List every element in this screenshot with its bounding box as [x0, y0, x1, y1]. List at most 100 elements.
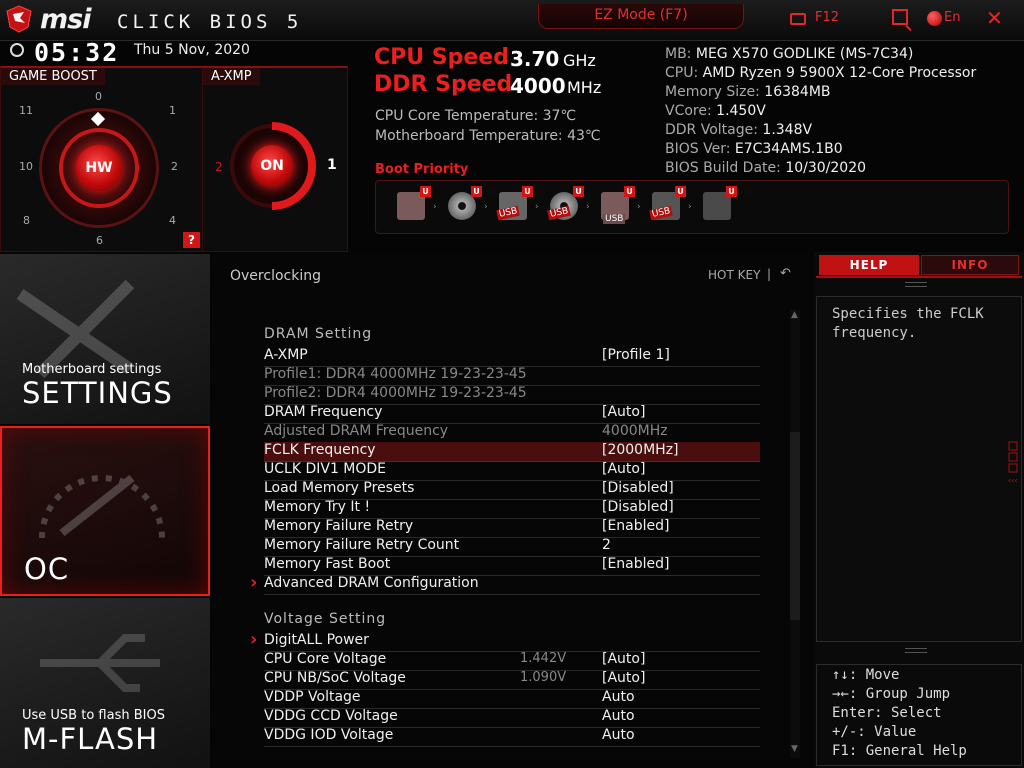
- gauge-icon: [39, 474, 165, 539]
- setting-row-advanced-dram-configuration[interactable]: Advanced DRAM Configuration: [250, 572, 760, 595]
- back-icon[interactable]: ↶: [780, 266, 791, 281]
- boot-device-hdd[interactable]: U: [397, 186, 431, 222]
- sysinfo-label: CPU:: [665, 65, 703, 81]
- setting-row-load-memory-presets[interactable]: Load Memory Presets [Disabled]: [264, 480, 760, 500]
- setting-row-memory-failure-retry-count[interactable]: Memory Failure Retry Count 2: [264, 537, 760, 557]
- setting-value: [Auto]: [602, 651, 646, 667]
- globe-icon[interactable]: [927, 11, 942, 26]
- scroll-up-icon[interactable]: ▲: [791, 310, 798, 320]
- setting-row-vddg-ccd-voltage[interactable]: VDDG CCD Voltage Auto: [264, 708, 760, 728]
- uefi-badge: U: [624, 186, 635, 197]
- setting-row-memory-try-it[interactable]: Memory Try It ! [Disabled]: [264, 499, 760, 519]
- dial-number: 6: [96, 234, 103, 247]
- setting-value: [2000MHz]: [602, 442, 679, 458]
- setting-name: VDDG CCD Voltage: [264, 708, 398, 724]
- hotkey-button[interactable]: HOT KEY: [708, 268, 760, 282]
- boot-device-network[interactable]: U: [703, 186, 737, 222]
- sysinfo-label: BIOS Ver:: [665, 141, 735, 157]
- search-icon[interactable]: [892, 9, 908, 25]
- setting-row-cpu-core-voltage[interactable]: CPU Core Voltage 1.442V [Auto]: [264, 651, 760, 671]
- setting-name: VDDP Voltage: [264, 689, 361, 705]
- setting-row-memory-fast-boot[interactable]: Memory Fast Boot [Enabled]: [264, 556, 760, 576]
- setting-row-dram-frequency[interactable]: DRAM Frequency [Auto]: [264, 404, 760, 424]
- sysinfo-label: DDR Voltage:: [665, 122, 763, 138]
- setting-value: [Enabled]: [602, 518, 670, 534]
- sysinfo-label: Memory Size:: [665, 84, 765, 100]
- product-name: CLICK BIOS 5: [117, 11, 303, 33]
- setting-row-vddg-iod-voltage[interactable]: VDDG IOD Voltage Auto: [264, 727, 760, 747]
- sysinfo-ddr-voltage: DDR Voltage: 1.348V: [665, 122, 812, 138]
- setting-row-vddp-voltage[interactable]: VDDP Voltage Auto: [264, 689, 760, 709]
- setting-row-digitall-power[interactable]: DigitALL Power: [250, 629, 760, 652]
- setting-value: 2: [602, 537, 611, 553]
- setting-row-memory-failure-retry[interactable]: Memory Failure Retry [Enabled]: [264, 518, 760, 538]
- setting-row-adjusted-dram-frequency: Adjusted DRAM Frequency 4000MHz: [264, 423, 760, 443]
- tab-info[interactable]: INFO: [921, 255, 1019, 275]
- scroll-down-icon[interactable]: ▼: [791, 744, 798, 754]
- setting-row-profile1: Profile1: DDR4 4000MHz 19-23-23-45: [264, 366, 760, 386]
- setting-name: FCLK Frequency: [264, 442, 376, 458]
- setting-current-value: 1.090V: [520, 670, 567, 685]
- close-icon[interactable]: ✕: [986, 6, 1003, 30]
- help-text-box: [816, 296, 1022, 642]
- setting-name: A-XMP: [264, 347, 308, 363]
- setting-value: [Profile 1]: [602, 347, 670, 363]
- nav-mflash[interactable]: Use USB to flash BIOS M-FLASH: [0, 598, 210, 768]
- game-boost-panel: GAME BOOST 0 1 2 4 6 8 10 11 HW: [0, 66, 203, 252]
- voltage-setting-title: Voltage Setting: [264, 611, 387, 627]
- boot-device-usb-floppy[interactable]: U USB: [649, 186, 686, 222]
- nav-settings[interactable]: Motherboard settings SETTINGS: [0, 254, 210, 424]
- language-button[interactable]: En: [944, 10, 960, 25]
- setting-row-axmp[interactable]: A-XMP [Profile 1]: [264, 347, 760, 367]
- ez-mode-button[interactable]: EZ Mode (F7): [538, 4, 744, 29]
- boot-device-usb-disk[interactable]: U USB: [496, 186, 533, 222]
- setting-name: Memory Failure Retry Count: [264, 537, 460, 553]
- screenshot-button[interactable]: F12: [815, 10, 839, 25]
- brand-logo-text: msi: [40, 4, 91, 35]
- axmp-label: A-XMP: [203, 68, 260, 85]
- game-boost-help-button[interactable]: ?: [183, 232, 200, 248]
- clock-date: Thu 5 Nov, 2020: [134, 42, 250, 58]
- setting-value: [Auto]: [602, 461, 646, 477]
- setting-name: DRAM Frequency: [264, 404, 383, 420]
- setting-row-uclk-div1-mode[interactable]: UCLK DIV1 MODE [Auto]: [264, 461, 760, 481]
- axmp-profile-2[interactable]: 2: [215, 160, 223, 174]
- tab-help[interactable]: HELP: [819, 255, 919, 275]
- sysinfo-value: 1.450V: [716, 103, 766, 119]
- boot-device-optical[interactable]: U: [448, 186, 482, 222]
- msi-dragon-logo-icon: [6, 5, 32, 33]
- game-boost-label: GAME BOOST: [1, 68, 105, 85]
- setting-row-fclk-frequency[interactable]: FCLK Frequency [2000MHz]: [264, 442, 760, 462]
- panel-collapse-handle-icon[interactable]: ‹‹‹: [1008, 440, 1018, 486]
- key-legend-select: Enter: Select: [832, 705, 942, 721]
- scrollbar-thumb[interactable]: [790, 432, 800, 620]
- nav-oc[interactable]: OC: [0, 426, 210, 596]
- cpu-speed-value: 3.70: [510, 47, 560, 71]
- boot-device-usb-optical[interactable]: U USB: [547, 186, 584, 222]
- dial-number: 8: [23, 214, 30, 227]
- nav-settings-title: SETTINGS: [22, 376, 173, 410]
- setting-value: [Enabled]: [602, 556, 670, 572]
- setting-name: Profile2: DDR4 4000MHz 19-23-23-45: [264, 385, 527, 401]
- setting-value: Auto: [602, 727, 635, 743]
- sysinfo-memory: Memory Size: 16384MB: [665, 84, 831, 100]
- sysinfo-label: BIOS Build Date:: [665, 160, 786, 176]
- dial-number: 1: [169, 104, 176, 117]
- game-boost-hw-button[interactable]: HW: [76, 145, 122, 191]
- usb-tag: USB: [603, 214, 626, 224]
- setting-row-cpu-nb-soc-voltage[interactable]: CPU NB/SoC Voltage 1.090V [Auto]: [264, 670, 760, 690]
- boot-device-usb-key[interactable]: U USB: [601, 186, 635, 224]
- dial-number: 11: [19, 104, 33, 117]
- axmp-on-button[interactable]: ON: [251, 145, 293, 187]
- camera-icon[interactable]: [790, 13, 806, 25]
- setting-value: 4000MHz: [602, 423, 668, 439]
- boot-arrow-icon: ›: [484, 202, 488, 212]
- setting-value: Auto: [602, 689, 635, 705]
- key-legend-general-help: F1: General Help: [832, 743, 967, 759]
- nav-oc-title: OC: [24, 552, 70, 586]
- sysinfo-value: 16384MB: [764, 84, 831, 100]
- axmp-profile-1[interactable]: 1: [327, 157, 337, 173]
- sysinfo-value: MEG X570 GODLIKE (MS-7C34): [695, 46, 914, 62]
- setting-name: UCLK DIV1 MODE: [264, 461, 387, 477]
- boot-arrow-icon: ›: [586, 202, 590, 212]
